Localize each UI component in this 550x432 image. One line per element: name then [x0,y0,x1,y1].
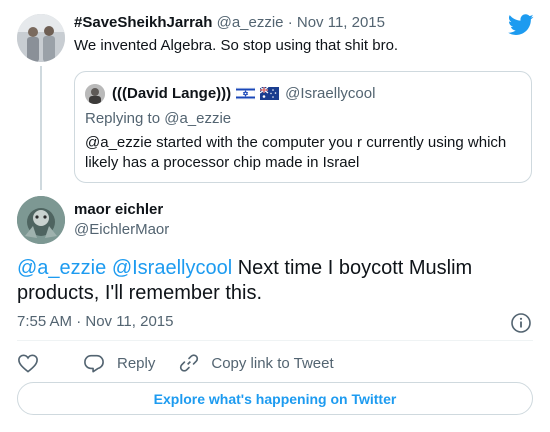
parent-date[interactable]: Nov 11, 2015 [297,14,385,31]
parent-separator: · [287,14,293,31]
explore-twitter-button[interactable]: Explore what's happening on Twitter [17,382,533,415]
quote-avatar [85,84,105,104]
twitter-bird-icon[interactable] [508,14,534,36]
israel-flag-icon [235,86,256,101]
copy-link-label: Copy link to Tweet [211,354,334,372]
divider [17,340,533,341]
quoted-tweet[interactable]: (((David Lange))) @Israellycool Replying… [74,71,532,183]
parent-author-name[interactable]: #SaveSheikhJarrah [74,14,212,31]
mention-link-1[interactable]: @a_ezzie [17,257,106,279]
australia-flag-icon [259,86,280,100]
info-icon[interactable] [510,312,532,334]
quote-tweet-text: @a_ezzie started with the computer you r… [85,134,507,171]
author-avatar[interactable] [17,196,65,244]
reply-button[interactable]: Reply [83,353,155,373]
tweet-embed-card: #SaveSheikhJarrah @a_ezzie · Nov 11, 201… [0,0,550,432]
heart-icon [18,354,38,373]
parent-avatar[interactable] [17,14,65,62]
parent-author-handle[interactable]: @a_ezzie [217,14,284,31]
replying-to: Replying to @a_ezzie [85,110,232,127]
quote-author-handle: @Israellycool [285,85,376,102]
parent-header: #SaveSheikhJarrah @a_ezzie · Nov 11, 201… [74,14,385,31]
quote-author-name: (((David Lange))) [112,85,232,102]
author-handle[interactable]: @EichlerMaor [74,221,169,238]
parent-tweet-text: We invented Algebra. So stop using that … [74,37,399,54]
tweet-timestamp[interactable]: 7:55 AM · Nov 11, 2015 [17,313,173,330]
copy-link-button[interactable]: Copy link to Tweet [179,353,334,373]
reply-icon [84,354,104,373]
action-bar: Reply Copy link to Tweet [17,352,358,374]
link-icon [180,354,199,372]
reply-label: Reply [117,354,156,372]
like-button[interactable] [17,353,39,373]
mention-link-2[interactable]: @Israellycool [112,257,232,279]
thread-line [40,66,42,190]
tweet-text: @a_ezzie @Israellycool Next time I boyco… [17,256,537,306]
quote-header: (((David Lange))) @Israellycool [112,85,375,102]
author-name[interactable]: maor eichler [74,201,163,218]
